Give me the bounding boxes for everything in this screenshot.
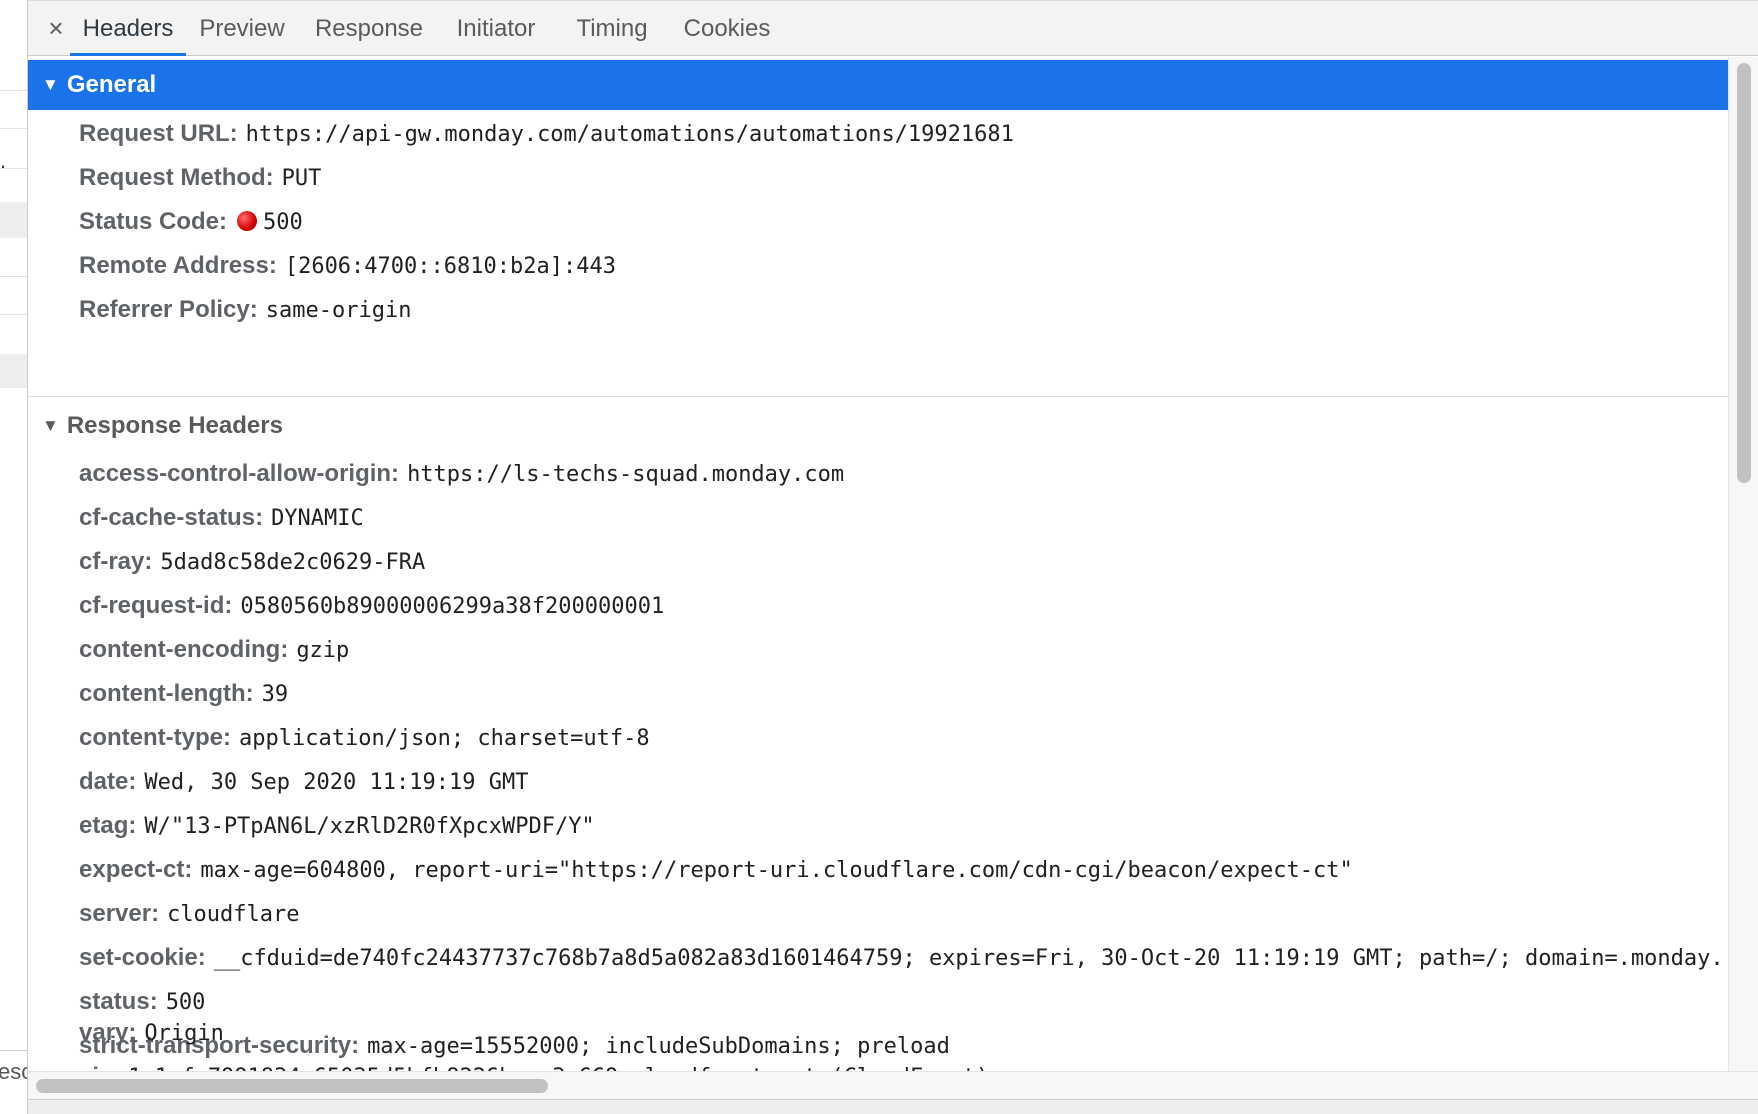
header-row: content-encoding: gzip (79, 632, 349, 668)
close-icon[interactable]: × (42, 11, 70, 45)
header-row: expect-ct: max-age=604800, report-uri="ht… (79, 852, 1353, 888)
header-row: via:1.1 f.7991834c65035d5bfb8226b...3c66… (79, 1059, 989, 1071)
header-name: etag: (79, 812, 137, 839)
section-title: General (66, 71, 157, 98)
header-name: set-cookie: (79, 944, 206, 971)
request-row-divider (0, 90, 27, 91)
request-row-selected[interactable] (0, 202, 27, 238)
panel-bottom-edge (28, 1099, 1758, 1114)
header-value[interactable]: Wed, 30 Sep 2020 11:19:19 GMT (144, 770, 528, 795)
header-row: set-cookie: __cfduid=de740fc24437737c768b… (79, 940, 1728, 976)
headers-panel: × Headers Preview Response Initiator Tim… (28, 0, 1758, 1114)
header-value[interactable]: https://api-gw.monday.com/automations/au… (246, 122, 1014, 147)
header-row: vary: Origin (79, 1015, 224, 1051)
header-name: Referrer Policy: (79, 296, 258, 323)
request-row[interactable] (0, 354, 27, 388)
header-name: content-length: (79, 680, 254, 707)
request-row-divider (0, 276, 27, 277)
header-name: cf-cache-status: (79, 504, 264, 531)
drawer-label-fragment: esc (0, 1059, 27, 1084)
drawer-divider (0, 1050, 27, 1051)
header-row: access-control-allow-origin: https://ls-t… (79, 456, 844, 492)
header-value[interactable]: 39 (262, 682, 289, 707)
tab-response[interactable]: Response (306, 1, 432, 56)
header-name: status: (79, 988, 158, 1015)
header-row: Remote Address: [2606:4700::6810:b2a]:443 (79, 248, 616, 284)
devtools-network-details: . esc × Headers Preview Response Initiat… (0, 0, 1758, 1114)
triangle-down-icon: ▼ (42, 75, 59, 94)
header-value[interactable]: 0580560b89000006299a38f200000001 (240, 594, 664, 619)
vertical-scrollbar[interactable] (1728, 57, 1758, 1071)
header-row: cf-request-id: 0580560b89000006299a38f200… (79, 588, 664, 624)
header-value[interactable]: PUT (282, 166, 322, 191)
header-value[interactable]: [2606:4700::6810:b2a]:443 (285, 254, 616, 279)
header-name: Request Method: (79, 164, 274, 191)
tab-preview[interactable]: Preview (192, 1, 292, 56)
header-name: content-encoding: (79, 636, 289, 663)
header-row: Request Method: PUT (79, 160, 321, 196)
header-name: content-type: (79, 724, 231, 751)
header-name: server: (79, 900, 160, 927)
header-value[interactable]: max-age=604800, report-uri="https://repo… (200, 858, 1352, 883)
header-value[interactable]: W/"13-PTpAN6L/xzRlD2R0fXpcxWPDF/Y" (144, 814, 594, 839)
section-response-headers-header[interactable]: ▼ Response Headers (28, 401, 1728, 451)
header-name: cf-request-id: (79, 592, 233, 619)
tab-bar: × Headers Preview Response Initiator Tim… (28, 0, 1758, 56)
header-value[interactable]: 500 (263, 210, 303, 235)
header-row: server: cloudflare (79, 896, 300, 932)
header-name: Status Code: (79, 208, 228, 235)
header-row: date: Wed, 30 Sep 2020 11:19:19 GMT (79, 764, 528, 800)
tab-cookies[interactable]: Cookies (674, 1, 780, 56)
header-name: access-control-allow-origin: (79, 460, 400, 487)
request-list-strip[interactable]: . esc (0, 0, 28, 1114)
header-row: Status Code: 500 (79, 204, 303, 240)
header-value[interactable]: same-origin (266, 298, 412, 323)
section-divider (28, 396, 1728, 397)
header-value[interactable]: __cfduid=de740fc24437737c768b7a8d5a082a8… (214, 946, 1724, 971)
triangle-down-icon: ▼ (42, 416, 59, 435)
headers-content: ▼ General Request URL: https://api-gw.mond… (28, 57, 1728, 1071)
tab-timing[interactable]: Timing (560, 1, 664, 56)
header-value[interactable]: 500 (166, 990, 206, 1015)
header-name: via: (79, 1063, 120, 1071)
header-value[interactable]: Origin (144, 1021, 223, 1046)
status-error-icon (237, 211, 258, 231)
horizontal-scrollbar-thumb[interactable] (36, 1079, 548, 1093)
tab-headers[interactable]: Headers (70, 1, 186, 56)
header-row: content-type: application/json; charset=u… (79, 720, 650, 756)
header-value[interactable]: DYNAMIC (271, 506, 364, 531)
header-name: vary: (79, 1019, 137, 1046)
header-row: cf-cache-status: DYNAMIC (79, 500, 364, 536)
header-value[interactable]: gzip (296, 638, 349, 663)
header-name: Remote Address: (79, 252, 277, 279)
header-row: cf-ray: 5dad8c58de2c0629-FRA (79, 544, 425, 580)
request-row-divider (0, 314, 27, 315)
horizontal-scrollbar[interactable] (28, 1071, 1758, 1099)
vertical-scrollbar-thumb[interactable] (1737, 63, 1751, 483)
header-value[interactable]: cloudflare (167, 902, 299, 927)
header-row: content-length: 39 (79, 676, 288, 712)
header-value[interactable]: max-age=15552000; includeSubDomains; pre… (367, 1034, 950, 1059)
header-name: date: (79, 768, 137, 795)
request-row-divider (0, 168, 27, 169)
header-row: etag: W/"13-PTpAN6L/xzRlD2R0fXpcxWPDF/Y" (79, 808, 595, 844)
header-row: Request URL: https://api-gw.monday.com/au… (79, 116, 1014, 152)
header-name: Request URL: (79, 120, 238, 147)
tab-initiator[interactable]: Initiator (442, 1, 550, 56)
header-value[interactable]: application/json; charset=utf-8 (239, 726, 650, 751)
request-row-divider (0, 128, 27, 129)
header-value[interactable]: https://ls-techs-squad.monday.com (407, 462, 844, 487)
header-row: Referrer Policy: same-origin (79, 292, 411, 328)
header-name: cf-ray: (79, 548, 153, 575)
section-title: Response Headers (66, 412, 283, 439)
section-general-header[interactable]: ▼ General (28, 60, 1728, 110)
header-name: expect-ct: (79, 856, 193, 883)
header-value[interactable]: 5dad8c58de2c0629-FRA (160, 550, 425, 575)
